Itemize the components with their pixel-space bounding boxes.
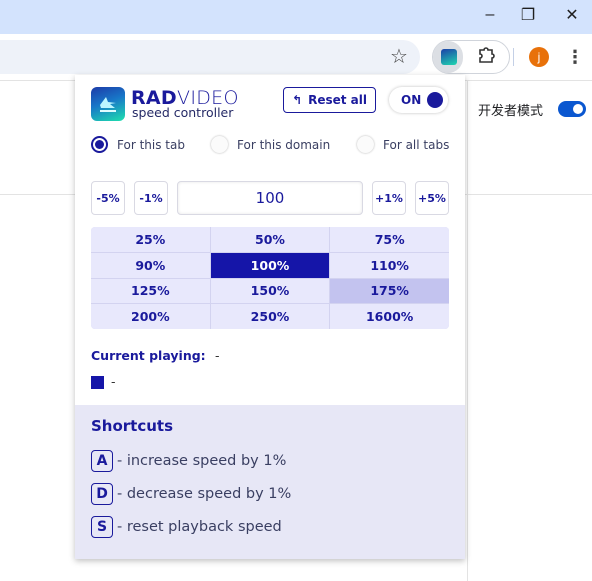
shortcut-item: A - increase speed by 1% [91, 450, 286, 472]
bookmark-star-button[interactable]: ☆ [388, 46, 410, 68]
speed-preset-25pct[interactable]: 25% [91, 227, 210, 252]
browser-titlebar: – ❐ ✕ [0, 0, 592, 34]
speed-preset-100pct[interactable]: 100% [210, 252, 330, 278]
speed-preset-75pct[interactable]: 75% [330, 227, 449, 252]
radio-dot [91, 136, 108, 153]
close-icon: ✕ [565, 7, 579, 24]
minimize-icon: – [485, 6, 495, 23]
radvideo-logo [91, 87, 125, 121]
radio-dot [357, 136, 374, 153]
page-divider [467, 81, 468, 581]
shortcuts-title: Shortcuts [91, 417, 174, 435]
radvideo-popup: RADVIDEO speed controller ↰ Reset all ON… [75, 75, 465, 559]
speed-input[interactable]: 100 [177, 181, 363, 215]
toggle-knob [427, 92, 443, 108]
current-playing-label: Current playing: [91, 348, 206, 363]
minus-5-button[interactable]: -5% [91, 181, 125, 215]
address-bar[interactable] [0, 40, 420, 74]
radio-for-this-domain[interactable]: For this domain [211, 136, 330, 153]
speed-preset-150pct[interactable]: 150% [210, 278, 330, 304]
speed-preset-250pct[interactable]: 250% [210, 304, 330, 329]
speed-preset-90pct[interactable]: 90% [91, 252, 210, 278]
close-window-button[interactable]: ✕ [552, 0, 592, 30]
radio-for-this-tab[interactable]: For this tab [91, 136, 185, 153]
developer-mode-toggle[interactable] [558, 101, 586, 117]
browser-menu-button[interactable]: ⋮ [566, 46, 584, 68]
shortcut-key: A [91, 450, 113, 472]
plus-1-button[interactable]: +1% [372, 181, 406, 215]
speed-preset-200pct[interactable]: 200% [91, 304, 210, 329]
radvideo-extension-icon [441, 49, 457, 65]
shortcut-description: - increase speed by 1% [117, 453, 287, 469]
shortcut-key: D [91, 483, 113, 505]
radio-dot [211, 136, 228, 153]
puzzle-icon[interactable] [476, 46, 496, 66]
current-media-value: - [111, 374, 116, 389]
brand-subtitle: speed controller [132, 105, 234, 120]
current-playing-value: - [215, 348, 220, 363]
shortcut-description: - decrease speed by 1% [117, 486, 292, 502]
shortcut-description: - reset playback speed [117, 519, 282, 535]
shortcuts-panel: Shortcuts A - increase speed by 1% D - d… [75, 405, 465, 559]
plus-5-button[interactable]: +5% [415, 181, 449, 215]
reset-all-button[interactable]: ↰ Reset all [283, 87, 376, 113]
scope-radio-group: For this tab For this domain For all tab… [91, 136, 451, 154]
developer-mode-label: 开发者模式 [478, 103, 544, 118]
power-toggle[interactable]: ON [389, 87, 448, 113]
speed-preset-175pct[interactable]: 175% [330, 278, 449, 304]
restore-icon: ❐ [520, 7, 536, 24]
shortcut-item: D - decrease speed by 1% [91, 483, 291, 505]
power-toggle-label: ON [401, 93, 422, 107]
speed-arrow-icon [100, 97, 116, 112]
undo-icon: ↰ [292, 93, 303, 107]
media-square-icon [91, 376, 104, 389]
speed-preset-50pct[interactable]: 50% [210, 227, 330, 252]
speed-preset-125pct[interactable]: 125% [91, 278, 210, 304]
radio-for-all-tabs[interactable]: For all tabs [357, 136, 449, 153]
speed-preset-110pct[interactable]: 110% [330, 252, 449, 278]
shortcut-item: S - reset playback speed [91, 516, 282, 538]
speed-presets-grid: 25% 50% 75% 90% 100% 110% 125% 150% 175% 200% 250%… [91, 227, 449, 329]
toolbar-separator [513, 48, 514, 66]
speed-preset-1600pct[interactable]: 1600% [330, 304, 449, 329]
profile-avatar[interactable]: j [529, 47, 549, 67]
star-icon: ☆ [390, 46, 408, 68]
minus-1-button[interactable]: -1% [134, 181, 168, 215]
minimize-button[interactable]: – [470, 0, 510, 30]
browser-toolbar: ☆ j ⋮ [0, 34, 592, 80]
shortcut-key: S [91, 516, 113, 538]
restore-button[interactable]: ❐ [508, 0, 548, 30]
